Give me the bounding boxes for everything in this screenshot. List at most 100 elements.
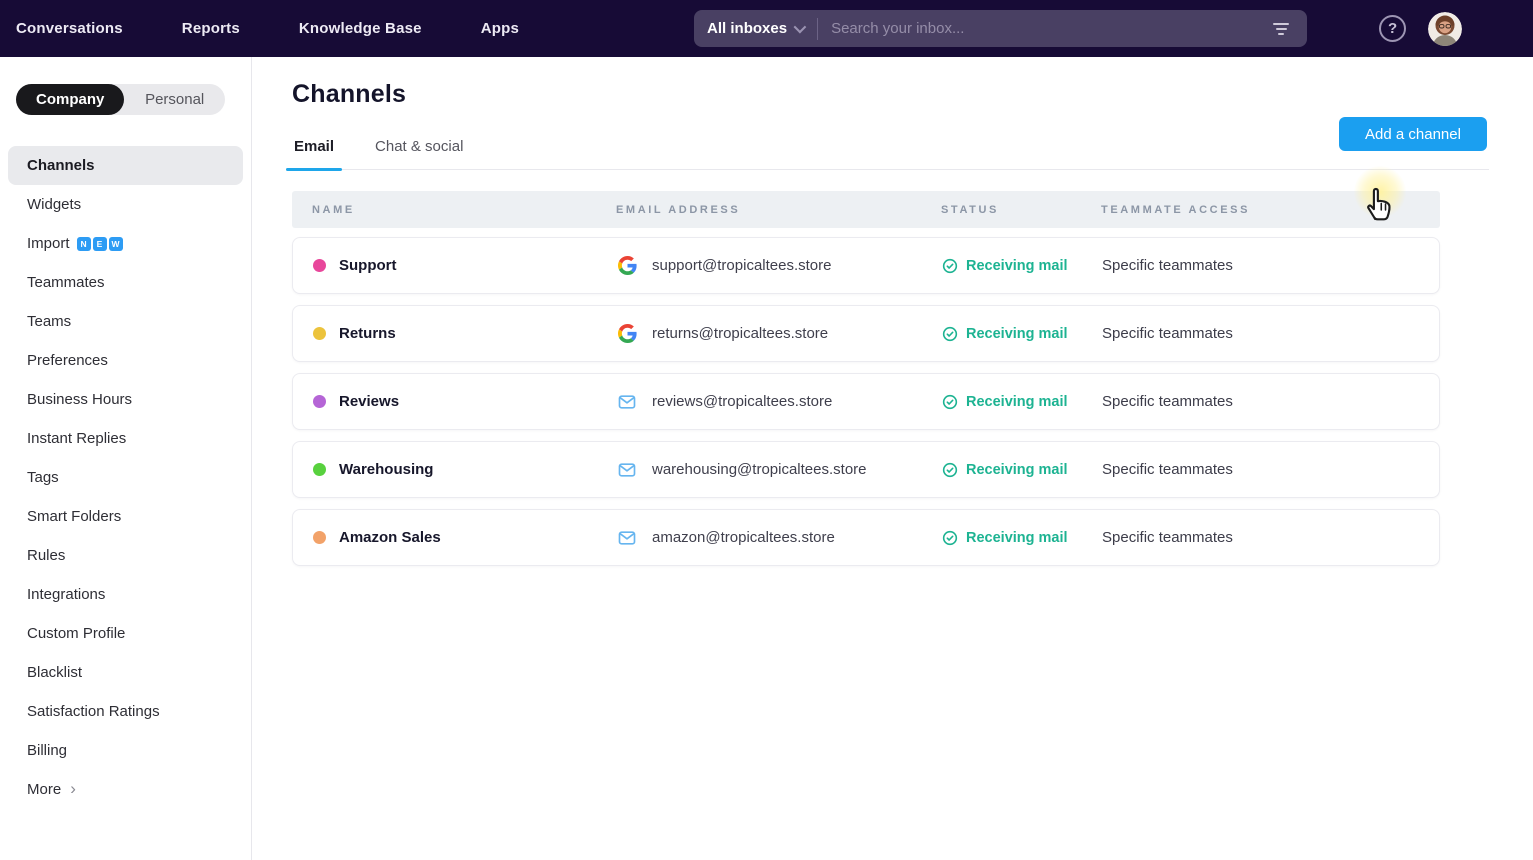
nav-item-apps[interactable]: Apps [481,20,519,37]
email-address: reviews@tropicaltees.store [652,393,832,410]
topbar-nav: Conversations Reports Knowledge Base Apps [16,20,519,37]
channel-name: Reviews [339,393,399,410]
channel-tabs: Email Chat & social [292,133,1489,170]
check-circle-icon [942,258,958,274]
email-cell: reviews@tropicaltees.store [617,392,942,412]
sidebar-item-label: Teammates [27,274,105,291]
sidebar-item-label: Instant Replies [27,430,126,447]
sidebar-item-rules[interactable]: Rules [8,536,243,575]
toggle-personal[interactable]: Personal [124,84,225,115]
sidebar-item-import[interactable]: ImportNEW [8,224,243,263]
sidebar-item-teams[interactable]: Teams [8,302,243,341]
column-header-teammate-access: Teammate access [1101,204,1440,216]
sidebar-item-more[interactable]: More › [8,770,243,809]
sidebar-item-label: Rules [27,547,65,564]
status-label: Receiving mail [966,462,1068,478]
sidebar-item-label: Preferences [27,352,108,369]
search-input[interactable] [831,20,1269,37]
main-content: Channels EmailChat & social Add a channe… [252,57,1533,860]
sidebar-item-label: Satisfaction Ratings [27,703,160,720]
tab-email[interactable]: Email [292,138,336,169]
teammate-access: Specific teammates [1102,257,1439,274]
sidebar-item-label: Business Hours [27,391,132,408]
mail-icon [617,460,637,480]
nav-item-conversations[interactable]: Conversations [16,20,123,37]
check-circle-icon [942,530,958,546]
channel-color-dot [313,327,326,340]
sidebar-item-channels[interactable]: Channels [8,146,243,185]
column-header-status: Status [941,204,1101,216]
status-label: Receiving mail [966,394,1068,410]
sidebar-item-label: Custom Profile [27,625,125,642]
company-personal-toggle: Company Personal [16,84,225,115]
sidebar-item-smart-folders[interactable]: Smart Folders [8,497,243,536]
nav-item-knowledge-base[interactable]: Knowledge Base [299,20,422,37]
chevron-right-icon: › [70,780,76,797]
search-divider [817,18,818,40]
status-cell: Receiving mail [942,326,1102,342]
sidebar-item-blacklist[interactable]: Blacklist [8,653,243,692]
help-icon: ? [1388,20,1397,37]
filter-icon[interactable] [1269,19,1293,39]
check-circle-icon [942,394,958,410]
google-icon [617,256,637,276]
mail-icon [617,528,637,548]
email-address: support@tropicaltees.store [652,257,831,274]
sidebar-item-custom-profile[interactable]: Custom Profile [8,614,243,653]
sidebar-item-preferences[interactable]: Preferences [8,341,243,380]
check-circle-icon [942,462,958,478]
channel-name-cell: Reviews [313,393,617,410]
sidebar-item-tags[interactable]: Tags [8,458,243,497]
teammate-access: Specific teammates [1102,393,1439,410]
sidebar-item-label: More [27,781,61,798]
table-row[interactable]: Warehousing warehousing@tropicaltees.sto… [292,441,1440,498]
avatar-image [1428,12,1462,46]
channels-table: NameEmail addressStatusTeammate access S… [292,191,1440,566]
sidebar-item-label: Integrations [27,586,105,603]
new-badge: NEW [77,237,123,251]
sidebar-item-teammates[interactable]: Teammates [8,263,243,302]
channel-color-dot [313,259,326,272]
status-cell: Receiving mail [942,530,1102,546]
channel-name: Returns [339,325,396,342]
topbar: Conversations Reports Knowledge Base Apps A… [0,0,1533,57]
channel-color-dot [313,531,326,544]
table-row[interactable]: Reviews reviews@tropicaltees.store [292,373,1440,430]
email-cell: support@tropicaltees.store [617,256,942,276]
tab-chat-social[interactable]: Chat & social [373,138,465,169]
channel-color-dot [313,395,326,408]
help-button[interactable]: ? [1379,15,1406,42]
toggle-company[interactable]: Company [16,84,124,115]
sidebar-item-instant-replies[interactable]: Instant Replies [8,419,243,458]
table-body: Support support@tropicaltees.store [292,237,1440,566]
status-cell: Receiving mail [942,258,1102,274]
mail-icon [617,392,637,412]
sidebar-item-business-hours[interactable]: Business Hours [8,380,243,419]
sidebar-item-billing[interactable]: Billing [8,731,243,770]
sidebar-item-satisfaction-ratings[interactable]: Satisfaction Ratings [8,692,243,731]
channel-color-dot [313,463,326,476]
sidebar-item-widgets[interactable]: Widgets [8,185,243,224]
column-header-name: Name [312,204,616,216]
add-channel-button[interactable]: Add a channel [1339,117,1487,151]
sidebar-item-label: Blacklist [27,664,82,681]
chevron-down-icon [794,21,807,34]
channel-name: Support [339,257,397,274]
status-label: Receiving mail [966,530,1068,546]
check-circle-icon [942,326,958,342]
nav-item-reports[interactable]: Reports [182,20,240,37]
teammate-access: Specific teammates [1102,325,1439,342]
sidebar-nav: Channels Widgets ImportNEW Teammates Teams Pr… [8,146,243,809]
table-row[interactable]: Returns returns@tropicaltees.store [292,305,1440,362]
sidebar-item-integrations[interactable]: Integrations [8,575,243,614]
user-avatar[interactable] [1428,12,1462,46]
sidebar-item-label: Widgets [27,196,81,213]
channel-name-cell: Amazon Sales [313,529,617,546]
table-row[interactable]: Support support@tropicaltees.store [292,237,1440,294]
table-row[interactable]: Amazon Sales amazon@tropicaltees.store [292,509,1440,566]
inbox-selector-label: All inboxes [707,20,787,37]
channel-name: Warehousing [339,461,433,478]
email-cell: amazon@tropicaltees.store [617,528,942,548]
inbox-selector-dropdown[interactable]: All inboxes [707,20,803,37]
inbox-search-bar: All inboxes [694,10,1307,47]
